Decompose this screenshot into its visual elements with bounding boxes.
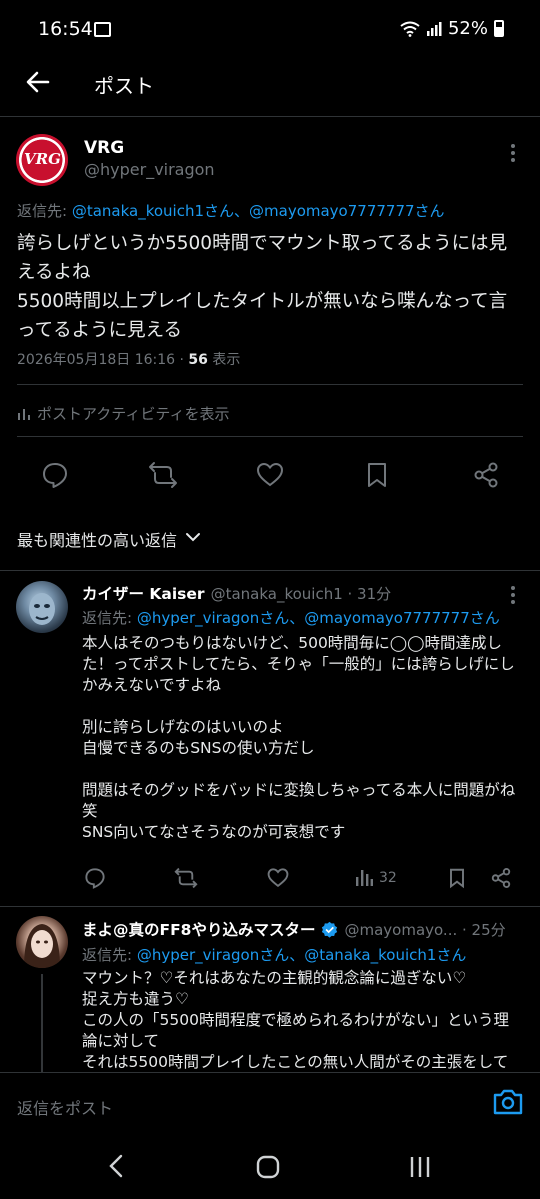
- views-label: 表示: [207, 352, 241, 368]
- battery-icon: [494, 20, 504, 37]
- reply-to: 返信先: @hyper_viragonさん、@tanaka_kouich1さん: [82, 944, 466, 965]
- reply-compose-input[interactable]: 返信をポスト: [17, 1095, 113, 1119]
- reply-action-bar: 32: [0, 866, 540, 892]
- repost-icon[interactable]: [148, 461, 178, 489]
- author-name[interactable]: VRG: [84, 138, 124, 158]
- reply-to-users[interactable]: @tanaka_kouich1さん、@mayomayo7777777さん: [72, 202, 445, 220]
- nav-recents-icon[interactable]: [408, 1155, 432, 1179]
- repost-icon[interactable]: [174, 867, 198, 889]
- activity-divider: [17, 436, 523, 437]
- author-handle[interactable]: @hyper_viragon: [84, 160, 215, 179]
- like-icon[interactable]: [267, 867, 289, 889]
- reply-to-prefix: 返信先:: [82, 609, 137, 627]
- reply-header: カイザー Kaiser @tanaka_kouich1 · 31分: [82, 582, 391, 604]
- status-right: 52%: [400, 18, 504, 39]
- thread-line: [41, 974, 43, 1074]
- views-icon[interactable]: [355, 869, 373, 887]
- post-body: 誇らしげというか5500時間でマウント取ってるようには見 えるよね 5500時間…: [17, 233, 508, 341]
- reply-to-users[interactable]: @hyper_viragonさん、@tanaka_kouich1さん: [137, 946, 467, 964]
- reply-views-count: 32: [379, 870, 397, 886]
- reply-to: 返信先: @hyper_viragonさん、@mayomayo7777777さん: [82, 607, 500, 628]
- status-time: 16:54: [38, 18, 93, 40]
- views-count: 56: [188, 352, 208, 368]
- bookmark-icon[interactable]: [448, 867, 466, 889]
- reply-body: マウント？♡それはあなたの主観的観念論に過ぎない♡ 捉え方も違う♡ この人の「5…: [82, 969, 509, 1071]
- camera-icon[interactable]: [492, 1087, 524, 1117]
- nav-home-icon[interactable]: [256, 1155, 280, 1179]
- page-title: ポスト: [94, 74, 154, 98]
- status-bar: 16:54 52%: [0, 0, 540, 60]
- sort-divider: [0, 570, 540, 571]
- more-options-icon[interactable]: [505, 144, 521, 166]
- share-icon[interactable]: [490, 867, 512, 889]
- system-nav-bar: [0, 1132, 540, 1199]
- reply-author-name[interactable]: まよ@真のFF8やり込みマスター: [82, 918, 315, 940]
- signal-icon: [426, 21, 442, 36]
- analytics-icon: [18, 408, 30, 420]
- like-icon[interactable]: [256, 461, 284, 489]
- activity-label: ポストアクティビティを表示: [37, 405, 230, 423]
- reply-author-handle[interactable]: @tanaka_kouich1 · 31分: [211, 583, 392, 604]
- battery-percent: 52%: [447, 18, 488, 39]
- reply-to-users[interactable]: @hyper_viragonさん、@mayomayo7777777さん: [137, 609, 500, 627]
- reply-to: 返信先: @tanaka_kouich1さん、@mayomayo7777777さ…: [17, 200, 445, 221]
- reply-avatar[interactable]: [16, 581, 68, 633]
- chevron-down-icon[interactable]: [185, 530, 201, 544]
- author-avatar[interactable]: VRG: [16, 134, 68, 186]
- reply-author-name[interactable]: カイザー Kaiser: [82, 582, 205, 604]
- post-activity-link[interactable]: ポストアクティビティを表示: [17, 403, 229, 424]
- meta-divider: [17, 384, 523, 385]
- avatar-face-icon: [29, 593, 55, 625]
- avatar-face-icon: [24, 924, 60, 968]
- post-meta: 2026年05月18日 16:16 · 56 表示: [17, 349, 240, 369]
- reply-icon[interactable]: [41, 461, 69, 489]
- reply-sort-dropdown[interactable]: 最も関連性の高い返信: [17, 527, 177, 551]
- reply-avatar[interactable]: [16, 916, 68, 968]
- wifi-icon: [400, 21, 420, 37]
- reply-author-handle[interactable]: @mayomayo... · 25分: [344, 919, 505, 940]
- post-action-bar: [0, 458, 540, 492]
- reply-to-prefix: 返信先:: [17, 202, 72, 220]
- post-timestamp[interactable]: 2026年05月18日 16:16 ·: [17, 352, 188, 368]
- reply-body: 本人はそのつもりはないけど、500時間毎に◯◯時間達成し た！ってポストしてたら…: [82, 634, 516, 841]
- nav-back-icon[interactable]: [106, 1154, 126, 1178]
- bookmark-icon[interactable]: [365, 461, 389, 489]
- reply-icon[interactable]: [84, 867, 106, 889]
- reply-header: まよ@真のFF8やり込みマスター @mayomayo... · 25分: [82, 918, 506, 940]
- gallery-notification-icon: [94, 22, 111, 37]
- reply-divider: [0, 906, 540, 907]
- back-arrow-icon[interactable]: [22, 66, 54, 98]
- reply-to-prefix: 返信先:: [82, 946, 137, 964]
- reply-more-icon[interactable]: [505, 586, 521, 608]
- share-icon[interactable]: [472, 461, 500, 489]
- verified-badge-icon: [322, 921, 338, 938]
- header-divider: [0, 116, 540, 117]
- avatar-logo-text: VRG: [24, 150, 61, 168]
